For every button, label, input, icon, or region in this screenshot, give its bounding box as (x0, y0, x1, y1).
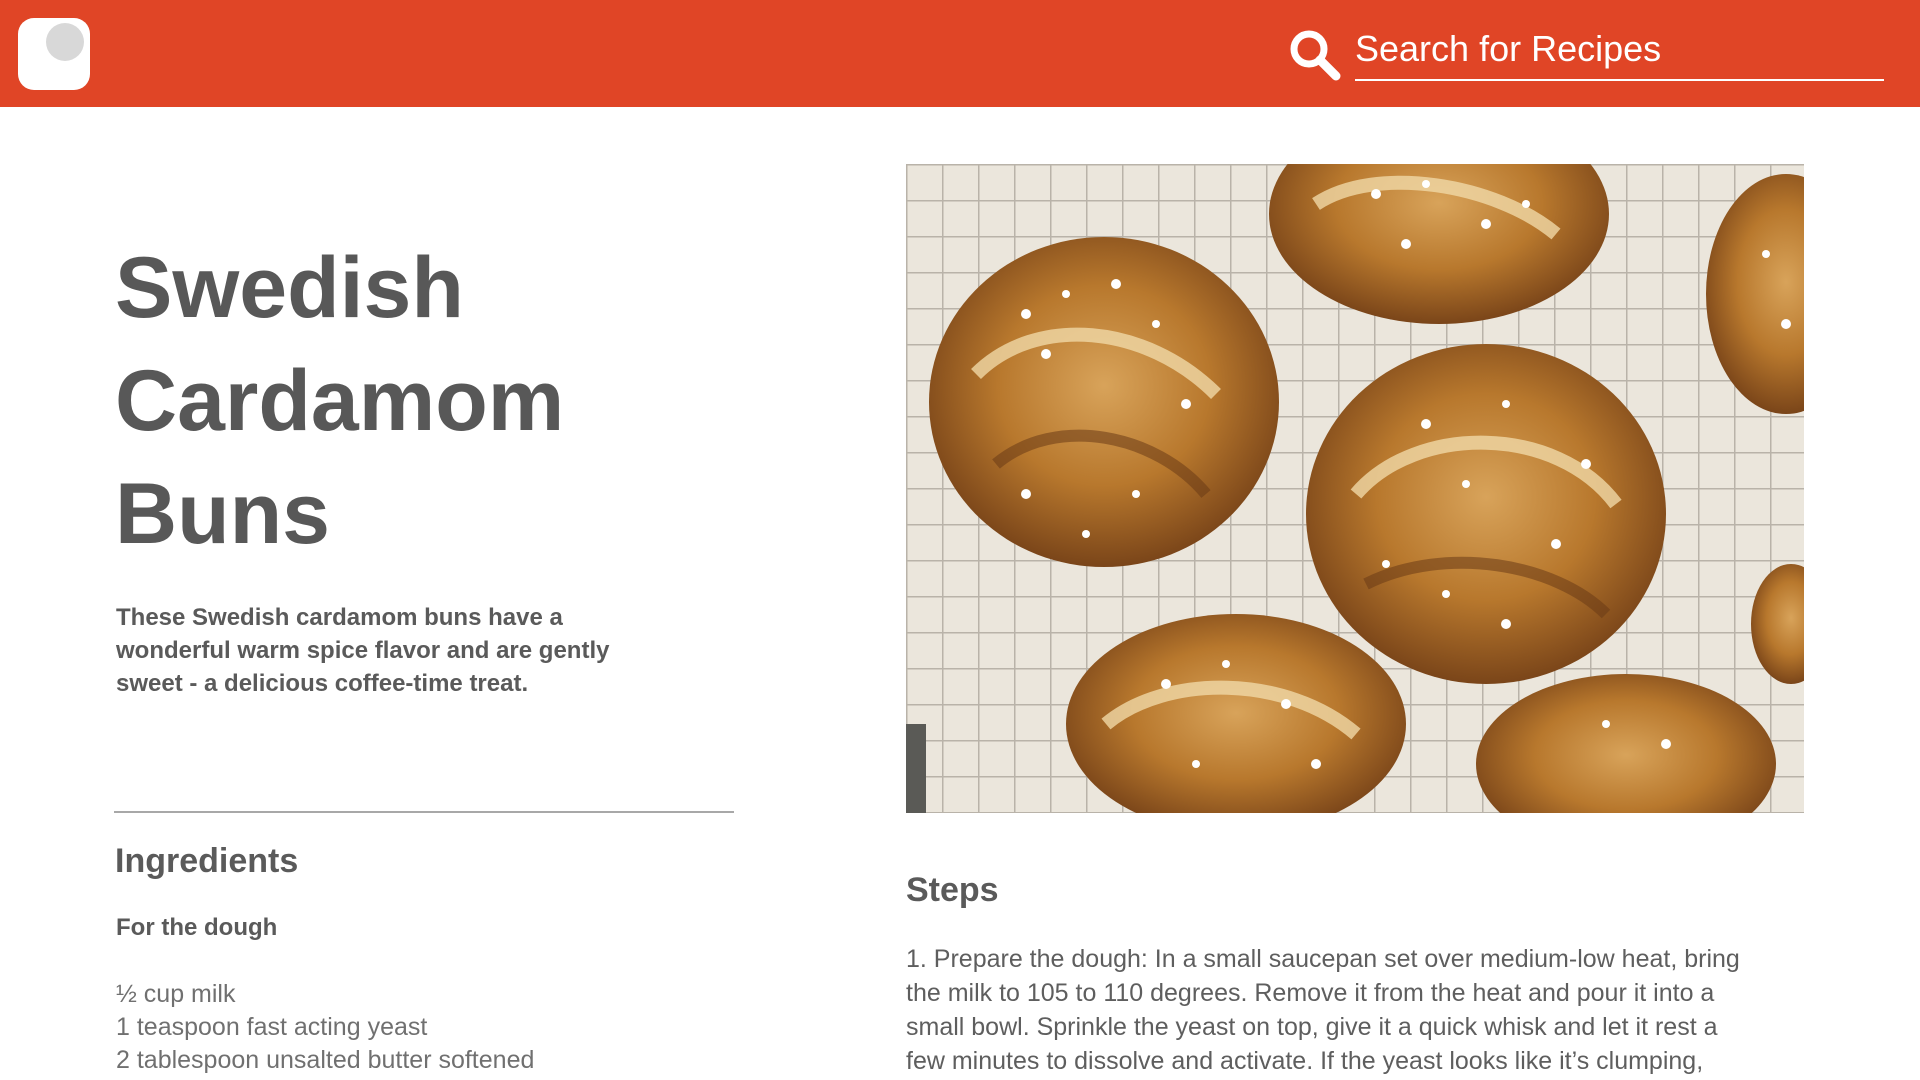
logo-dot (46, 23, 84, 61)
ingredient-item: 2 tablespoon unsalted butter softened (116, 1046, 535, 1074)
top-bar (0, 0, 1920, 107)
recipe-photo (906, 164, 1804, 813)
steps-heading: Steps (906, 871, 999, 909)
ingredient-group-heading: For the dough (116, 914, 278, 941)
ingredients-heading: Ingredients (115, 842, 299, 880)
step-item: 1. Prepare the dough: In a small saucepa… (906, 945, 1740, 1075)
ingredient-item: ½ cup milk (116, 980, 236, 1008)
bun-shape (929, 237, 1279, 567)
search-icon[interactable] (1287, 27, 1343, 83)
recipe-photo-illustration (906, 164, 1804, 813)
recipe-title: Swedish Cardamom Buns (115, 240, 565, 562)
recipe-description: These Swedish cardamom buns have a wonde… (116, 604, 610, 697)
ingredient-item: 1 teaspoon fast acting yeast (116, 1013, 428, 1041)
search-input[interactable] (1355, 25, 1884, 81)
app-logo-icon[interactable] (18, 18, 90, 90)
bun-shape (1306, 344, 1666, 684)
ingredient-list: ½ cup milk 1 teaspoon fast acting yeast … (116, 978, 534, 1077)
section-divider (114, 811, 734, 813)
